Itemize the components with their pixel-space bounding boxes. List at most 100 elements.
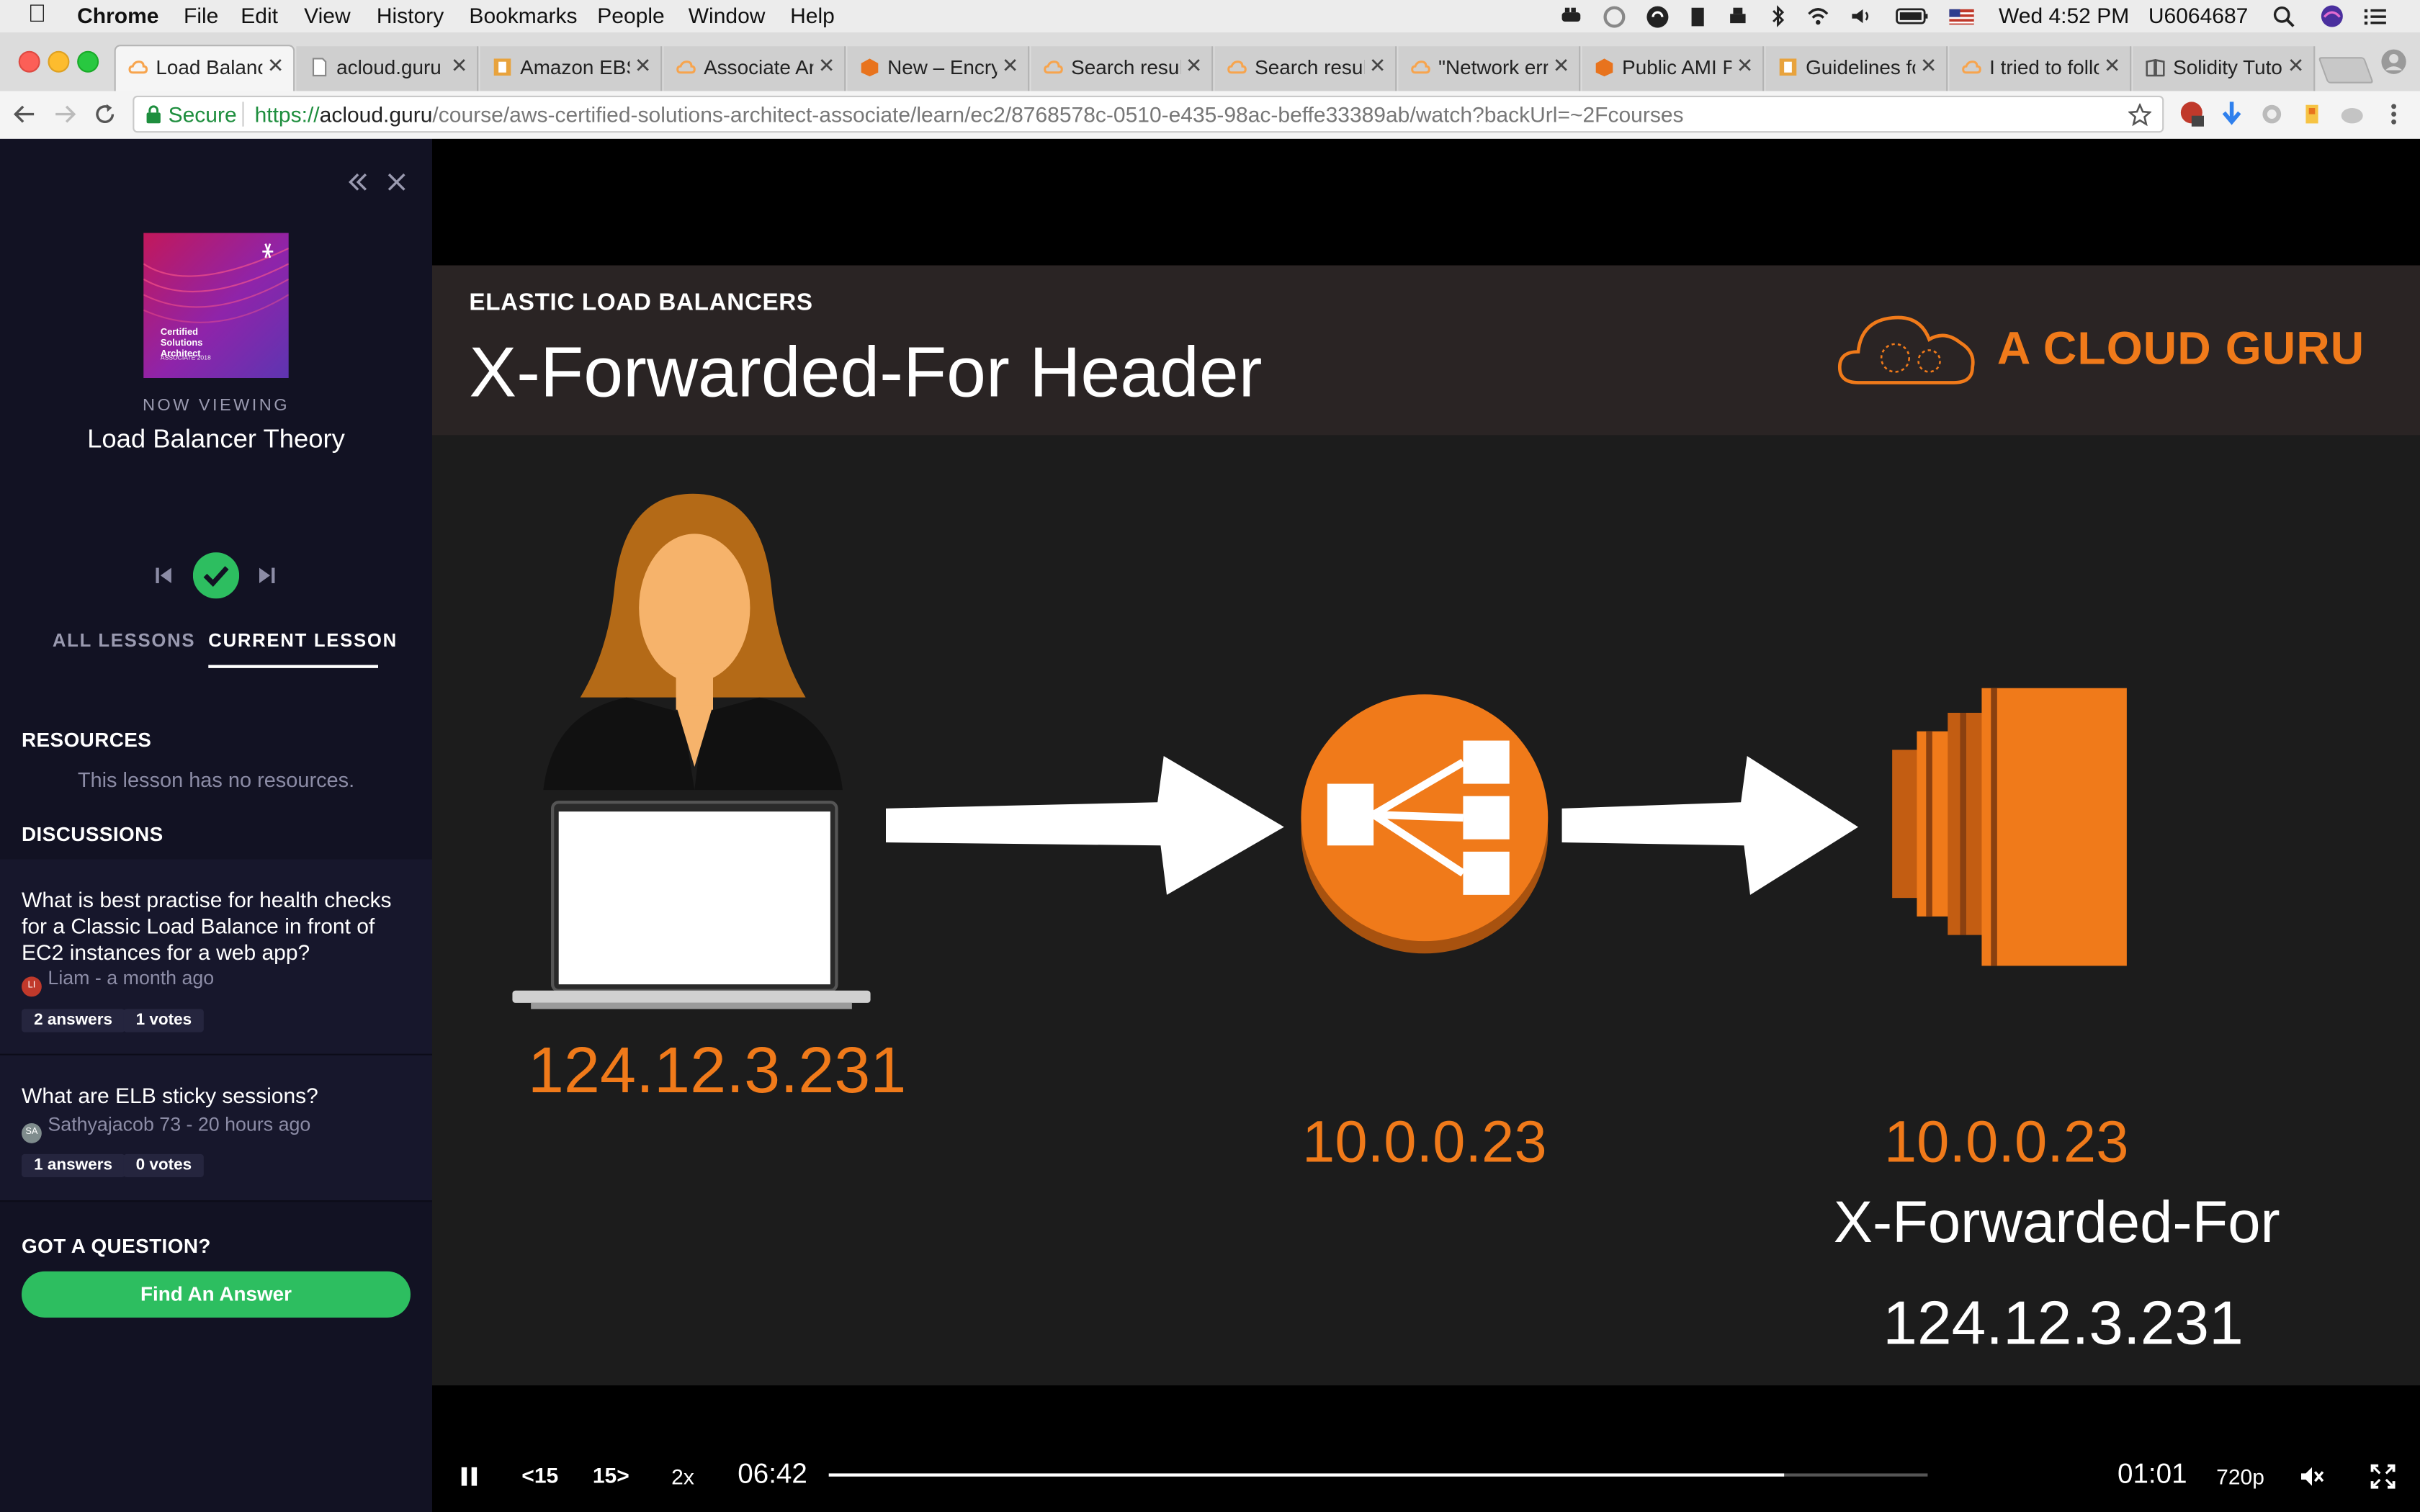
tab-load-balancer[interactable]: Load Balancer ✕ (114, 45, 295, 93)
chrome-menu-icon[interactable] (2383, 102, 2405, 126)
menu-view[interactable]: View (304, 3, 350, 27)
tab-close-icon[interactable]: ✕ (2104, 54, 2120, 78)
wifi-icon[interactable] (1806, 4, 1830, 27)
rewind-seconds: 15 (534, 1462, 559, 1488)
quality-button[interactable]: 720p (2216, 1464, 2264, 1489)
siri-icon[interactable] (2320, 4, 2344, 27)
tab-close-icon[interactable]: ✕ (1186, 54, 1202, 78)
ec2-instance-icon (1892, 688, 2127, 966)
aws-doc-favicon-icon (1779, 58, 1797, 76)
tab-close-icon[interactable]: ✕ (1553, 54, 1569, 78)
extension-cloud-icon[interactable] (2340, 102, 2365, 126)
menubar-clock[interactable]: Wed 4:52 PM (1999, 3, 2129, 27)
discussion-item[interactable]: What is best practise for health checks … (0, 859, 432, 1056)
menu-history[interactable]: History (377, 3, 444, 27)
menu-file[interactable]: File (184, 3, 218, 27)
aws-cube-favicon-icon (861, 58, 879, 77)
tab-acloud-guru[interactable]: acloud.guru ✕ (296, 46, 479, 91)
tab-new-encryption[interactable]: New – Encryp ✕ (847, 46, 1030, 91)
tab-guidelines[interactable]: Guidelines fo ✕ (1765, 46, 1948, 91)
answers-badge: 1 answers (22, 1153, 125, 1177)
reload-icon[interactable] (93, 102, 117, 126)
address-bar[interactable]: Secure https://acloud.guru/course/aws-ce… (133, 95, 2164, 133)
discussion-item[interactable]: What are ELB sticky sessions? SA Sathyaja… (0, 1055, 432, 1202)
tab-amazon-ebs[interactable]: Amazon EBS ✕ (480, 46, 663, 91)
menu-bookmarks[interactable]: Bookmarks (469, 3, 577, 27)
extension-pin-icon[interactable] (2300, 102, 2324, 126)
next-lesson-icon[interactable] (256, 564, 278, 586)
tab-close-icon[interactable]: ✕ (1736, 54, 1753, 78)
window-minimize-button[interactable] (48, 50, 70, 73)
tab-i-tried-to-follow[interactable]: I tried to follo ✕ (1949, 46, 2132, 91)
window-close-button[interactable] (18, 50, 40, 73)
discussion-question[interactable]: What are ELB sticky sessions? (22, 1083, 413, 1109)
download-extension-icon[interactable] (2219, 100, 2244, 128)
lock-icon[interactable] (145, 105, 162, 124)
tab-close-icon[interactable]: ✕ (2287, 54, 2304, 78)
docker-icon[interactable] (1559, 4, 1583, 27)
volume-icon[interactable] (1849, 4, 1873, 27)
tab-title: Load Balancer (156, 55, 262, 79)
bluetooth-icon[interactable] (1765, 4, 1790, 27)
profile-icon[interactable] (2380, 48, 2408, 76)
back-arrow-icon[interactable] (12, 102, 37, 126)
tab-close-icon[interactable]: ✕ (1369, 54, 1386, 78)
cloud-favicon-icon (128, 60, 148, 74)
notification-center-icon[interactable] (2363, 4, 2388, 27)
extension-circle-icon[interactable] (2259, 102, 2284, 126)
url-text[interactable]: https://acloud.guru/course/aws-certified… (255, 102, 1684, 126)
mute-icon[interactable] (2300, 1464, 2324, 1489)
window-zoom-button[interactable] (77, 50, 99, 73)
find-answer-button[interactable]: Find An Answer (22, 1271, 411, 1318)
ublock-extension-icon[interactable] (2179, 100, 2208, 128)
course-thumbnail[interactable]: Certified Solutions Architect ASSOCIATE … (143, 233, 289, 378)
creative-cloud-icon[interactable] (1602, 4, 1626, 28)
menu-people[interactable]: People (597, 3, 664, 27)
new-tab-button[interactable] (2318, 57, 2374, 84)
tab-current-lesson[interactable]: CURRENT LESSON (208, 629, 398, 651)
sync-icon[interactable] (1645, 4, 1670, 28)
evernote-icon[interactable] (1685, 4, 1710, 27)
flag-us-icon[interactable] (1948, 4, 1976, 27)
progress-track[interactable] (828, 1473, 1928, 1477)
menu-app-chrome[interactable]: Chrome (77, 3, 158, 27)
pause-icon[interactable] (460, 1466, 479, 1488)
forward-arrow-icon[interactable] (53, 102, 77, 126)
apple-menu-icon[interactable]:  (28, 1, 47, 30)
forward-15-button[interactable]: 15> (593, 1462, 629, 1487)
tab-search-results-1[interactable]: Search result ✕ (1031, 46, 1214, 91)
lesson-sidebar: Certified Solutions Architect ASSOCIATE … (0, 138, 432, 1512)
tab-public-ami[interactable]: Public AMI P ✕ (1582, 46, 1765, 91)
spotlight-search-icon[interactable] (2272, 4, 2296, 27)
fullscreen-icon[interactable] (2370, 1464, 2396, 1489)
tab-close-icon[interactable]: ✕ (451, 54, 467, 78)
collapse-sidebar-icon[interactable] (346, 170, 370, 194)
tab-close-icon[interactable]: ✕ (1920, 54, 1937, 78)
previous-lesson-icon[interactable] (153, 564, 174, 586)
tab-close-icon[interactable]: ✕ (267, 54, 284, 78)
menubar-user[interactable]: U6064687 (2148, 3, 2248, 27)
menu-edit[interactable]: Edit (241, 3, 278, 27)
bookmark-star-icon[interactable] (2128, 103, 2152, 127)
tab-close-icon[interactable]: ✕ (1002, 54, 1018, 78)
close-sidebar-icon[interactable] (386, 171, 408, 193)
tab-network-error[interactable]: "Network erro ✕ (1398, 46, 1581, 91)
tab-solidity-tutorial[interactable]: Solidity Tutor ✕ (2133, 46, 2316, 91)
lesson-complete-check-icon[interactable] (192, 552, 240, 599)
tab-close-icon[interactable]: ✕ (635, 54, 651, 78)
rewind-15-button[interactable]: <15 (521, 1462, 558, 1487)
menu-help[interactable]: Help (790, 3, 835, 27)
playback-speed-button[interactable]: 2x (671, 1464, 694, 1489)
printer-icon[interactable] (1726, 4, 1750, 27)
url-scheme: https:// (254, 102, 320, 127)
tab-all-lessons[interactable]: ALL LESSONS (53, 629, 195, 651)
video-player[interactable]: ELASTIC LOAD BALANCERS X-Forwarded-For H… (432, 138, 2420, 1512)
menu-window[interactable]: Window (689, 3, 766, 27)
tab-search-results-2[interactable]: Search result ✕ (1214, 46, 1397, 91)
tab-close-icon[interactable]: ✕ (818, 54, 835, 78)
battery-icon[interactable] (1895, 4, 1929, 27)
slide-title: X-Forwarded-For Header (469, 331, 1263, 413)
tab-associate[interactable]: Associate Ar ✕ (663, 46, 846, 91)
now-viewing-label: NOW VIEWING (142, 396, 290, 415)
discussion-question[interactable]: What is best practise for health checks … (22, 887, 413, 966)
